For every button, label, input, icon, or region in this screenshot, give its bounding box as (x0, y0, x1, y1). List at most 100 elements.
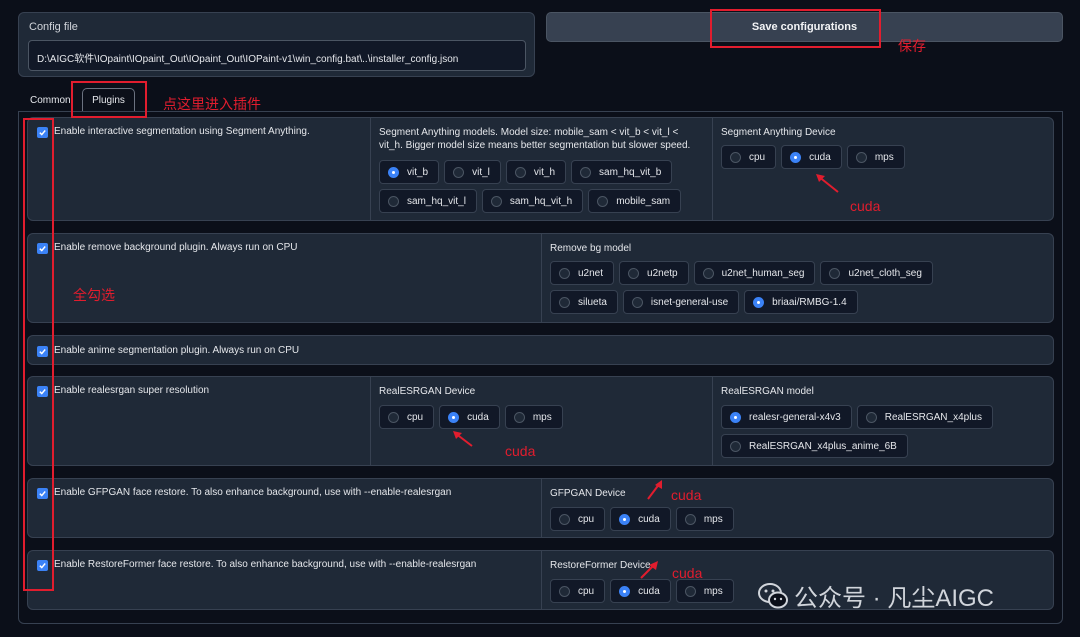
radio-selected-icon (619, 585, 631, 597)
rembg-model-option[interactable]: u2net_human_seg (693, 261, 816, 285)
radio-selected-icon (448, 411, 460, 423)
realesrgan-model-radio-group: realesr-general-x4v3 RealESRGAN_x4plus Rea… (721, 405, 1021, 458)
realesrgan-model-option-label: RealESRGAN_x4plus (884, 411, 982, 423)
radio-unselected-icon (631, 296, 643, 308)
rembg-model-option[interactable]: u2net (550, 261, 615, 285)
wechat-icon (758, 582, 788, 608)
rembg-enable-label: Enable remove background plugin. Always … (54, 242, 298, 253)
realesrgan-device-option-label: mps (532, 411, 552, 423)
radio-unselected-icon (855, 151, 867, 163)
arrow-icon (453, 431, 473, 447)
arrow-icon (640, 561, 658, 579)
radio-unselected-icon (559, 585, 570, 597)
radio-selected-icon (730, 411, 741, 423)
radio-unselected-icon (829, 267, 841, 279)
realesrgan-enable-label: Enable realesrgan super resolution (54, 385, 210, 396)
rembg-model-option[interactable]: silueta (550, 290, 618, 314)
realesrgan-model-option-label: realesr-general-x4v3 (749, 411, 841, 423)
realesrgan-device-label: RealESRGAN Device (379, 386, 476, 397)
realesrgan-device-option[interactable]: mps (504, 405, 563, 429)
radio-unselected-icon (490, 195, 502, 207)
cuda-annotation-restoreformer: cuda (672, 565, 703, 581)
sam-model-option[interactable]: sam_hq_vit_h (481, 189, 584, 213)
restoreformer-device-option-label: cpu (578, 585, 595, 597)
gfpgan-device-option[interactable]: cuda (610, 507, 671, 531)
sam-model-option-label: vit_l (472, 166, 490, 178)
rembg-model-option-label: silueta (578, 296, 607, 308)
realesrgan-device-option[interactable]: cuda (439, 405, 500, 429)
sam-model-option[interactable]: sam_hq_vit_b (571, 160, 673, 184)
anime-enable-label: Enable anime segmentation plugin. Always… (54, 345, 300, 356)
sam-device-option-label: cuda (809, 151, 831, 163)
sam-device-option[interactable]: cuda (781, 145, 842, 169)
checkbox-column-highlight-box (23, 118, 54, 591)
config-file-path-input[interactable]: D:\AIGC软件\IOpaint\IOpaint_Out\IOpaint_Ou… (28, 40, 526, 71)
sam-model-option[interactable]: vit_b (379, 160, 440, 184)
sam-model-option-label: sam_hq_vit_b (599, 166, 662, 178)
save-annotation: 保存 (898, 38, 926, 54)
realesrgan-device-option-label: cpu (407, 411, 424, 423)
gfpgan-enable-checkbox[interactable]: Enable GFPGAN face restore. To also enha… (37, 487, 451, 499)
rembg-model-option[interactable]: isnet-general-use (622, 290, 740, 314)
radio-unselected-icon (580, 166, 592, 178)
gfpgan-device-option-label: cpu (578, 513, 595, 525)
select-all-annotation: 全勾选 (73, 287, 115, 303)
radio-unselected-icon (702, 267, 714, 279)
plugins-tab-highlight-box (71, 81, 147, 118)
radio-unselected-icon (388, 195, 399, 207)
radio-unselected-icon (730, 440, 741, 452)
sam-model-option[interactable]: sam_hq_vit_l (379, 189, 477, 213)
restoreformer-device-option[interactable]: mps (675, 579, 734, 603)
anime-enable-checkbox[interactable]: Enable anime segmentation plugin. Always… (37, 345, 299, 357)
realesrgan-model-option[interactable]: realesr-general-x4v3 (721, 405, 852, 429)
sam-model-option-label: vit_h (533, 166, 556, 178)
sam-model-option[interactable]: mobile_sam (588, 189, 682, 213)
sam-device-option-label: mps (874, 151, 894, 163)
realesrgan-device-option[interactable]: cpu (379, 405, 435, 429)
radio-unselected-icon (730, 151, 741, 163)
realesrgan-enable-checkbox[interactable]: Enable realesrgan super resolution (37, 385, 209, 397)
restoreformer-device-option[interactable]: cuda (610, 579, 671, 603)
rembg-model-radio-group: u2net u2netp u2net_human_seg u2net_cloth_se… (550, 261, 990, 314)
config-file-block: Config file D:\AIGC软件\IOpaint\IOpaint_Ou… (18, 12, 535, 77)
gfpgan-device-radio-group: cpu cuda mps (550, 507, 734, 531)
realesrgan-device-radio-group: cpu cuda mps (379, 405, 563, 429)
gfpgan-enable-label: Enable GFPGAN face restore. To also enha… (54, 487, 452, 498)
restoreformer-device-option-label: mps (703, 585, 723, 597)
sam-model-option-label: sam_hq_vit_h (509, 195, 573, 207)
rembg-model-option[interactable]: u2net_cloth_seg (820, 261, 933, 285)
realesrgan-model-label: RealESRGAN model (721, 386, 814, 397)
arrow-icon (816, 174, 839, 193)
sam-model-option[interactable]: vit_l (444, 160, 501, 184)
rembg-enable-checkbox[interactable]: Enable remove background plugin. Always … (37, 242, 297, 254)
gfpgan-device-option[interactable]: mps (675, 507, 734, 531)
gfpgan-device-option-label: mps (703, 513, 723, 525)
radio-unselected-icon (559, 296, 570, 308)
restoreformer-enable-checkbox[interactable]: Enable RestoreFormer face restore. To al… (37, 559, 476, 571)
radio-unselected-icon (684, 585, 696, 597)
sam-enable-checkbox[interactable]: Enable interactive segmentation using Se… (37, 126, 310, 138)
radio-selected-icon (619, 513, 631, 525)
restoreformer-device-label: RestoreFormer Device (550, 560, 651, 571)
rembg-model-option[interactable]: briaai/RMBG-1.4 (744, 290, 858, 314)
anime-plugin-card: Enable anime segmentation plugin. Always… (27, 335, 1054, 365)
radio-selected-icon (388, 166, 399, 178)
realesrgan-model-option[interactable]: RealESRGAN_x4plus (856, 405, 993, 429)
sam-models-label: Segment Anything models. Model size: mob… (379, 127, 691, 151)
realesrgan-model-option[interactable]: RealESRGAN_x4plus_anime_6B (721, 434, 908, 458)
gfpgan-plugin-card: Enable GFPGAN face restore. To also enha… (27, 478, 1054, 538)
gfpgan-device-option[interactable]: cpu (550, 507, 606, 531)
watermark-text: 公众号 · 凡尘AIGC (794, 585, 995, 612)
rembg-model-option[interactable]: u2netp (619, 261, 689, 285)
sam-plugin-card: Enable interactive segmentation using Se… (27, 117, 1054, 221)
sam-model-option[interactable]: vit_h (505, 160, 567, 184)
sam-device-option[interactable]: mps (846, 145, 905, 169)
arrow-icon (647, 480, 662, 500)
sam-device-label: Segment Anything Device (721, 127, 836, 138)
radio-unselected-icon (513, 411, 525, 423)
radio-selected-icon (790, 151, 802, 163)
radio-unselected-icon (865, 411, 877, 423)
realesrgan-plugin-card: Enable realesrgan super resolution RealE… (27, 376, 1054, 466)
sam-device-option[interactable]: cpu (721, 145, 777, 169)
restoreformer-device-option[interactable]: cpu (550, 579, 606, 603)
